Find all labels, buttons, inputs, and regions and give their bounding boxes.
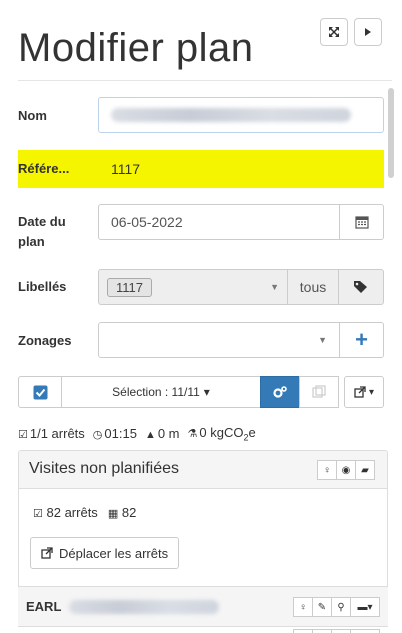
tags-icon — [354, 281, 367, 293]
duration-stat: ◷ 01:15 — [93, 426, 137, 441]
nom-label: Nom — [18, 108, 47, 123]
truck-icon: ▬▾ — [357, 601, 373, 613]
libelles-select[interactable]: 1117 ▼ — [98, 269, 288, 305]
reference-input[interactable]: 1117 — [98, 151, 384, 187]
divider — [18, 80, 392, 81]
calendar-icon: ▦ — [107, 508, 119, 520]
date-label: Date du plan — [18, 214, 66, 249]
stops-count: 1/1 arrêts — [29, 426, 85, 442]
lightbulb-icon: ♀ — [323, 464, 331, 476]
route-actions-next: ♀ ✎ ⚲ ▬ — [293, 629, 380, 633]
eye-icon: ◉ — [341, 464, 351, 476]
route-edit-button[interactable]: ✎ — [312, 597, 332, 617]
date-input[interactable]: 06-05-2022 — [98, 204, 340, 240]
stops-stat: ☑ 1/1 arrêts — [18, 426, 85, 441]
unlock-icon: ▰ — [361, 464, 369, 476]
route-pin-button[interactable]: ⚲ — [331, 629, 351, 633]
collapse-panel-button[interactable] — [354, 18, 382, 46]
pencil-icon: ✎ — [317, 601, 327, 613]
route-actions: ♀ ✎ ⚲ ▬▾ — [293, 597, 380, 617]
tags-button[interactable] — [338, 269, 384, 305]
route-marker-button[interactable]: ♀ — [293, 597, 313, 617]
zonages-select[interactable]: ▼ — [98, 322, 340, 358]
co2-value: 0 kgCO — [199, 425, 244, 440]
distance-value: 0 m — [157, 426, 180, 442]
expand-button[interactable] — [320, 18, 348, 46]
clock-icon: ◷ — [92, 429, 103, 442]
chevron-down-icon: ▼ — [270, 282, 279, 292]
unplanned-title: Visites non planifiées — [29, 460, 180, 477]
co2-suffix: e — [248, 425, 256, 440]
optimize-button[interactable] — [260, 376, 300, 408]
export-dropdown[interactable]: ▾ — [344, 376, 384, 408]
unplanned-header: Visites non planifiées ♀ ◉ ▰ — [19, 451, 387, 489]
external-link-icon — [354, 386, 366, 398]
lock-button[interactable]: ▰ — [355, 460, 375, 480]
nom-input[interactable] — [98, 97, 384, 133]
page-title: Modifier plan — [18, 26, 254, 70]
expand-icon — [329, 27, 339, 37]
unplanned-stats: ☑ 82 arrêts ▦ 82 — [33, 505, 136, 520]
caret-down-icon: ▾ — [203, 385, 210, 399]
redacted-route-name — [69, 599, 220, 614]
calendar-button[interactable] — [339, 204, 384, 240]
external-link-icon — [41, 547, 53, 559]
co2-stat: ⚗ 0 kgCO2e — [188, 425, 256, 443]
route-truck-dropdown[interactable]: ▬▾ — [350, 597, 380, 617]
caret-right-icon — [365, 28, 371, 36]
check-square-icon: ☑ — [33, 508, 43, 520]
distance-stat: ▲ 0 m — [145, 426, 180, 441]
map-marker-icon: ⚲ — [337, 601, 345, 613]
gears-icon — [273, 386, 287, 398]
unplanned-actions: ♀ ◉ ▰ — [317, 460, 375, 480]
move-stops-label: Déplacer les arrêts — [59, 545, 169, 561]
selection-dropdown[interactable]: Sélection : 11/11 ▾ — [61, 376, 261, 408]
flask-icon: ⚗ — [187, 428, 198, 440]
add-zonage-button[interactable]: + — [339, 322, 384, 358]
route-row-next[interactable]: ♀ ✎ ⚲ ▬ — [18, 626, 388, 633]
toggle-visibility-button[interactable]: ◉ — [336, 460, 356, 480]
route-name-prefix: EARL — [26, 599, 62, 614]
move-stops-button[interactable] — [299, 376, 339, 408]
select-all-checkbox[interactable] — [18, 376, 62, 408]
marker-button[interactable]: ♀ — [317, 460, 337, 480]
zonages-label: Zonages — [18, 333, 72, 348]
libelle-tag: 1117 — [107, 277, 152, 297]
route-edit-button[interactable]: ✎ — [312, 629, 332, 633]
libelles-scope[interactable]: tous — [287, 269, 339, 305]
route-name: EARL — [26, 599, 220, 614]
check-square-icon: ☑ — [18, 429, 28, 442]
unplanned-stops-count: 82 arrêts — [46, 505, 98, 520]
redacted-name — [111, 108, 351, 122]
chevron-down-icon: ▼ — [318, 335, 327, 345]
scrollbar-thumb[interactable] — [388, 88, 394, 178]
move-stops-unplanned-button[interactable]: Déplacer les arrêts — [30, 537, 180, 569]
route-truck-dropdown[interactable]: ▬ — [350, 629, 380, 633]
unplanned-other-count: 82 — [121, 505, 137, 520]
unplanned-other: ▦ 82 — [108, 505, 137, 520]
edit-plan-panel: Modifier plan Nom Référe... 1117 Date du… — [8, 0, 394, 633]
road-icon: ▲ — [144, 429, 156, 442]
caret-down-icon: ▾ — [368, 386, 375, 398]
route-marker-button[interactable]: ♀ — [293, 629, 313, 633]
route-row[interactable]: EARL ♀ ✎ ⚲ ▬▾ — [18, 586, 388, 626]
plan-stats: ☑ 1/1 arrêts ◷ 01:15 ▲ 0 m ⚗ 0 kgCO2e — [18, 425, 256, 443]
lightbulb-icon: ♀ — [299, 601, 307, 613]
libelles-label: Libellés — [18, 279, 67, 294]
duration-value: 01:15 — [104, 426, 137, 442]
unplanned-stops: ☑ 82 arrêts — [33, 505, 98, 520]
selection-label: Sélection : 11/11 — [112, 385, 200, 399]
route-pin-button[interactable]: ⚲ — [331, 597, 351, 617]
calendar-icon — [354, 216, 369, 229]
checkbox-checked-icon — [33, 385, 47, 399]
move-disabled-icon — [312, 385, 326, 398]
reference-label: Référe... — [18, 161, 70, 176]
